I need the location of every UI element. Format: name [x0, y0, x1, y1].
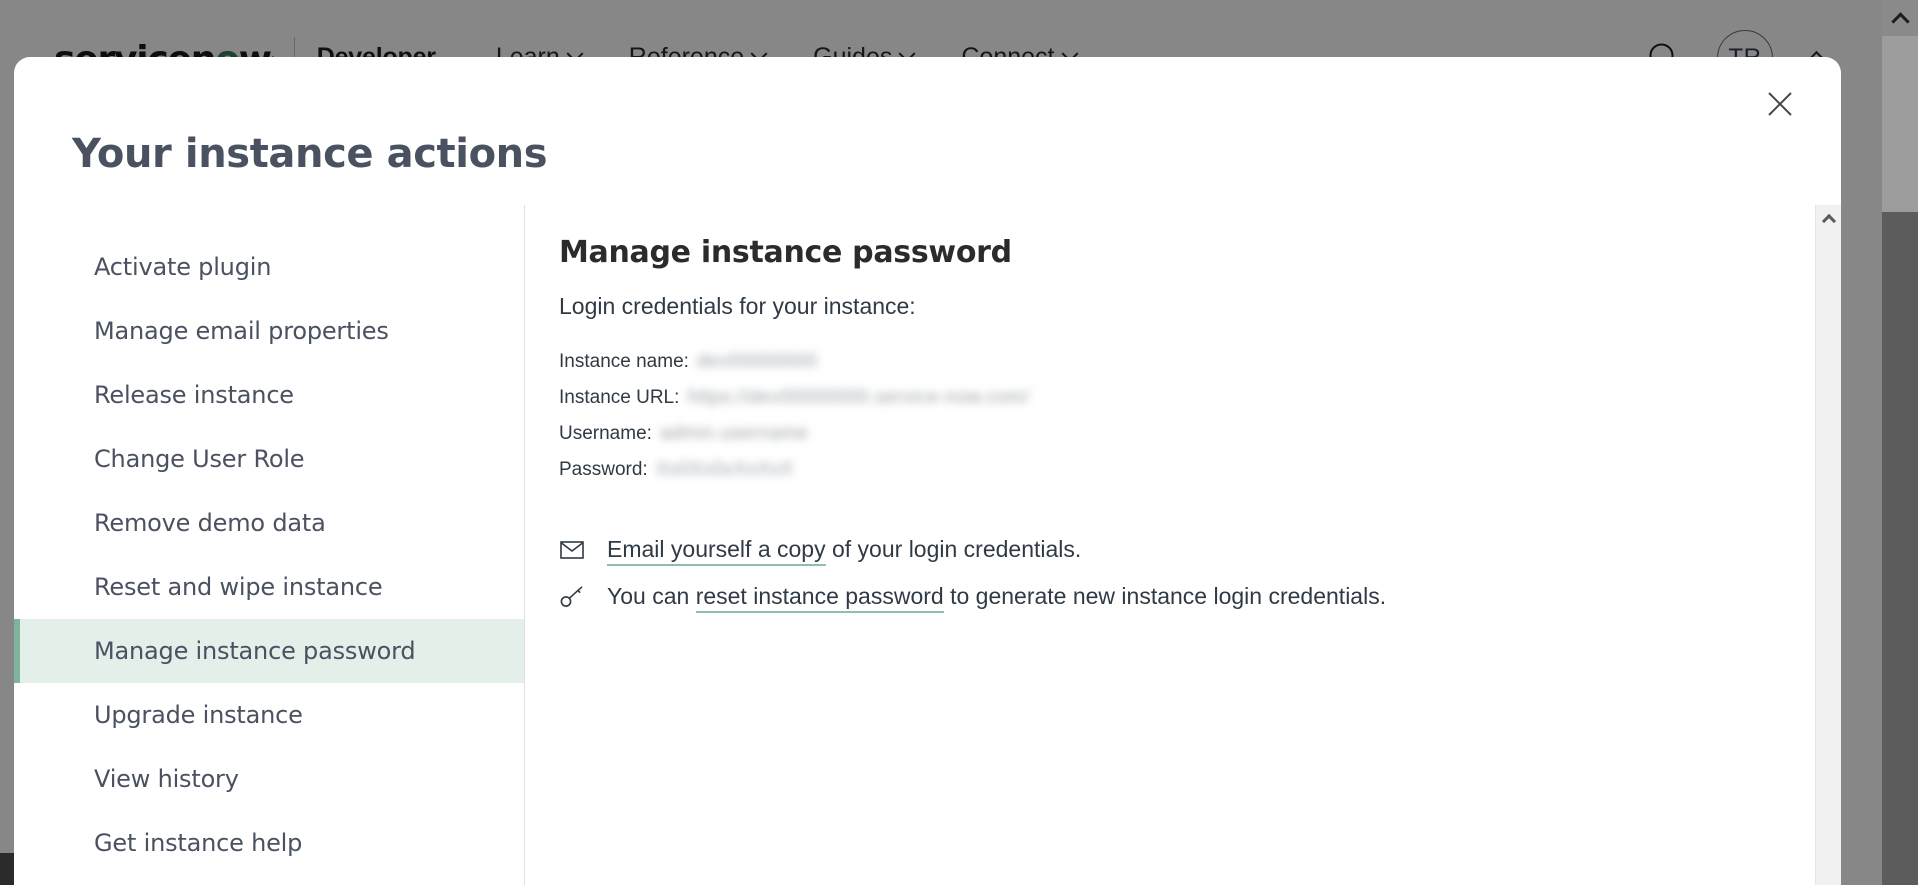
- sidebar-item-label: Release instance: [94, 381, 294, 409]
- modal-scrollbar-up-button[interactable]: [1816, 205, 1841, 231]
- credential-value-redacted: dev00000000: [696, 351, 818, 372]
- taskbar-sliver: [0, 853, 14, 885]
- reset-instance-password-link[interactable]: reset instance password: [695, 583, 944, 613]
- credential-row: Password: Xx0Xx0xXxXxX: [559, 452, 1841, 488]
- key-icon: [559, 584, 585, 610]
- credential-value-redacted: Xx0Xx0xXxXxX: [655, 459, 794, 480]
- sidebar-item-release-instance[interactable]: Release instance: [14, 363, 524, 427]
- credential-label: Instance name:: [559, 351, 689, 372]
- sidebar-item-label: Manage email properties: [94, 317, 389, 345]
- credential-value-redacted: admin.username: [659, 423, 809, 444]
- page-scrollbar-up-button[interactable]: [1882, 0, 1918, 36]
- sidebar-item-label: Change User Role: [94, 445, 305, 473]
- email-yourself-a-copy-link[interactable]: Email yourself a copy: [607, 536, 826, 566]
- modal-scrollbar[interactable]: [1815, 205, 1841, 885]
- content-heading: Manage instance password: [559, 235, 1012, 270]
- credential-label: Instance URL:: [559, 387, 680, 408]
- sidebar-item-label: Get instance help: [94, 829, 303, 857]
- page-scrollbar[interactable]: [1882, 0, 1918, 885]
- modal-sidebar: Activate plugin Manage email properties …: [14, 205, 525, 885]
- email-credentials-suffix: of your login credentials.: [825, 536, 1082, 562]
- sidebar-item-change-user-role[interactable]: Change User Role: [14, 427, 524, 491]
- sidebar-item-label: Activate plugin: [94, 253, 272, 281]
- modal-content-pane: Manage instance password Login credentia…: [525, 205, 1841, 885]
- sidebar-item-label: Reset and wipe instance: [94, 573, 383, 601]
- sidebar-item-manage-instance-password[interactable]: Manage instance password: [14, 619, 524, 683]
- sidebar-item-label: Manage instance password: [94, 637, 416, 665]
- chevron-up-icon: [1821, 213, 1837, 229]
- credential-row: Username: admin.username: [559, 416, 1841, 452]
- sidebar-item-manage-email-properties[interactable]: Manage email properties: [14, 299, 524, 363]
- sidebar-item-label: View history: [94, 765, 239, 793]
- sidebar-item-get-instance-help[interactable]: Get instance help: [14, 811, 524, 875]
- sidebar-item-activate-plugin[interactable]: Activate plugin: [14, 235, 524, 299]
- sidebar-item-view-history[interactable]: View history: [14, 747, 524, 811]
- reset-password-prefix: You can: [607, 583, 696, 609]
- action-links: Email yourself a copy of your login cred…: [559, 536, 1841, 613]
- credential-value-redacted: https://dev00000000.service-now.com/: [687, 387, 1030, 408]
- sidebar-item-remove-demo-data[interactable]: Remove demo data: [14, 491, 524, 555]
- modal-body: Activate plugin Manage email properties …: [14, 205, 1841, 885]
- chevron-up-icon: [1890, 11, 1910, 31]
- close-icon[interactable]: [1761, 85, 1799, 123]
- content-lead-text: Login credentials for your instance:: [559, 293, 916, 319]
- envelope-icon: [559, 537, 585, 563]
- credential-label: Password:: [559, 459, 648, 480]
- email-credentials-row: Email yourself a copy of your login cred…: [559, 536, 1841, 566]
- reset-password-row: You can reset instance password to gener…: [559, 583, 1841, 613]
- page-title: Your instance actions: [72, 131, 548, 177]
- sidebar-item-upgrade-instance[interactable]: Upgrade instance: [14, 683, 524, 747]
- reset-password-suffix: to generate new instance login credentia…: [943, 583, 1387, 609]
- sidebar-item-label: Upgrade instance: [94, 701, 303, 729]
- page-scrollbar-thumb[interactable]: [1882, 36, 1918, 212]
- credential-row: Instance name: dev00000000: [559, 344, 1841, 380]
- email-credentials-text: Email yourself a copy of your login cred…: [607, 536, 1082, 566]
- screen: servicenow. Developer Learn Reference Gu…: [0, 0, 1918, 885]
- credential-label: Username:: [559, 423, 652, 444]
- credential-row: Instance URL: https://dev00000000.servic…: [559, 380, 1841, 416]
- sidebar-item-reset-and-wipe-instance[interactable]: Reset and wipe instance: [14, 555, 524, 619]
- reset-password-text: You can reset instance password to gener…: [607, 583, 1387, 613]
- sidebar-item-label: Remove demo data: [94, 509, 326, 537]
- instance-actions-modal: Your instance actions Activate plugin Ma…: [14, 57, 1841, 885]
- credentials-list: Instance name: dev00000000 Instance URL:…: [559, 344, 1841, 488]
